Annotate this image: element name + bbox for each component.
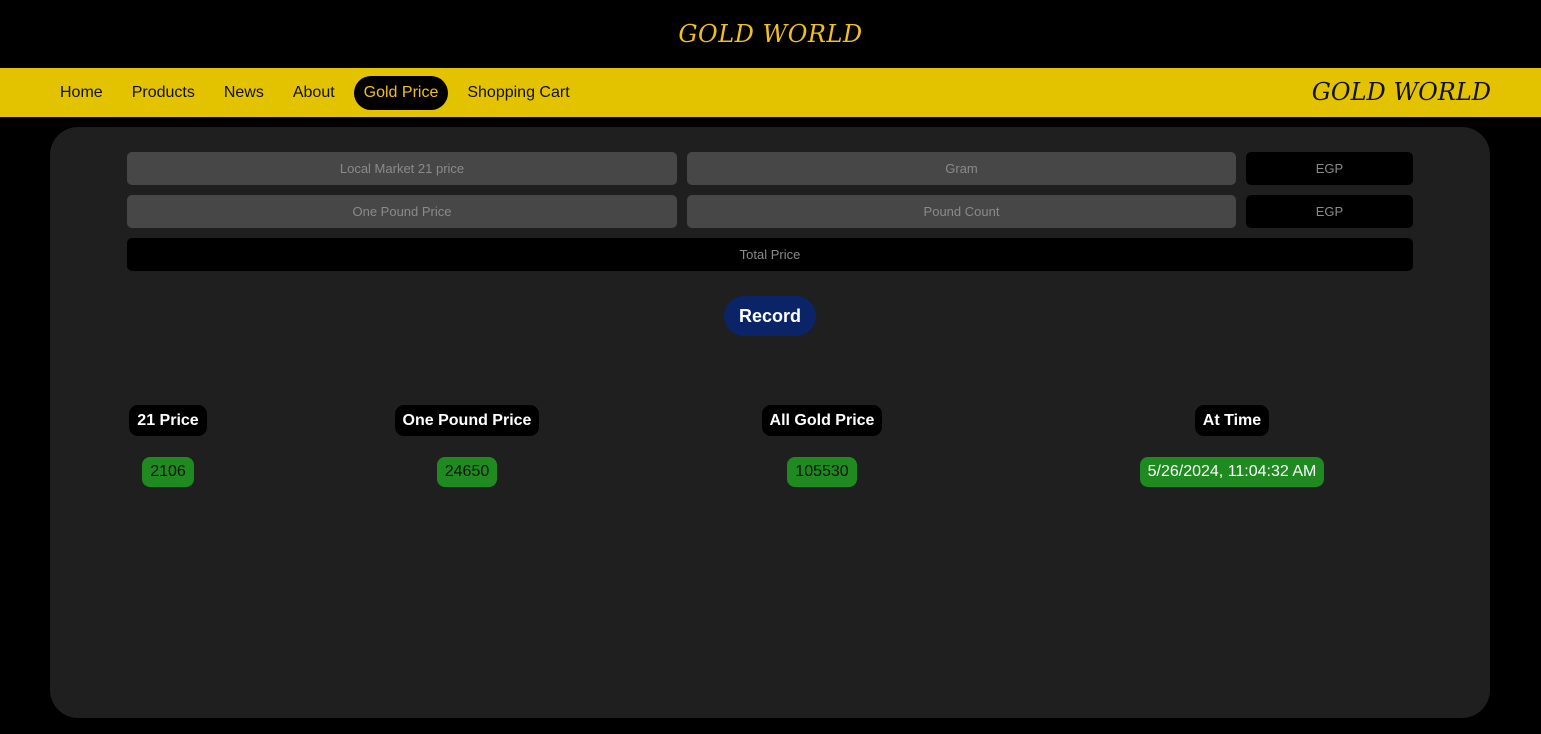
nav-item-products[interactable]: Products <box>122 76 205 110</box>
column-header: 21 Price <box>129 405 207 436</box>
results-column-21-price: 21 Price 2106 <box>118 405 218 487</box>
nav-brand-logo[interactable]: GOLD WORLD <box>1312 68 1491 117</box>
nav-list: Home Products News About Gold Price Shop… <box>50 75 589 110</box>
navbar: Home Products News About Gold Price Shop… <box>0 68 1541 117</box>
results-column-all-gold-price: All Gold Price 105530 <box>752 405 892 487</box>
nav-item-shopping-cart[interactable]: Shopping Cart <box>457 76 579 110</box>
site-title: GOLD WORLD <box>678 20 863 48</box>
egp-result-field-2[interactable] <box>1246 195 1413 228</box>
results-column-one-pound-price: One Pound Price 24650 <box>387 405 547 487</box>
results-column-at-time: At Time 5/26/2024, 11:04:32 AM <box>1122 405 1342 487</box>
result-value: 24650 <box>436 457 498 487</box>
column-header: One Pound Price <box>394 405 540 436</box>
column-header: At Time <box>1194 405 1270 436</box>
total-price-field[interactable] <box>127 238 1413 271</box>
nav-item-about[interactable]: About <box>283 76 345 110</box>
egp-result-field-1[interactable] <box>1246 152 1413 185</box>
pound-count-input[interactable] <box>687 195 1236 228</box>
record-button[interactable]: Record <box>724 296 816 336</box>
column-header: All Gold Price <box>761 405 883 436</box>
result-timestamp: 5/26/2024, 11:04:32 AM <box>1139 457 1325 487</box>
result-value: 2106 <box>142 457 194 487</box>
gram-input[interactable] <box>687 152 1236 185</box>
nav-item-gold-price[interactable]: Gold Price <box>353 75 449 110</box>
gold-price-panel: Record 21 Price 2106 One Pound Price 246… <box>50 127 1490 718</box>
nav-item-home[interactable]: Home <box>50 76 113 110</box>
local-market-21-price-input[interactable] <box>127 152 677 185</box>
nav-item-news[interactable]: News <box>214 76 274 110</box>
result-value: 105530 <box>787 457 857 487</box>
one-pound-price-input[interactable] <box>127 195 677 228</box>
